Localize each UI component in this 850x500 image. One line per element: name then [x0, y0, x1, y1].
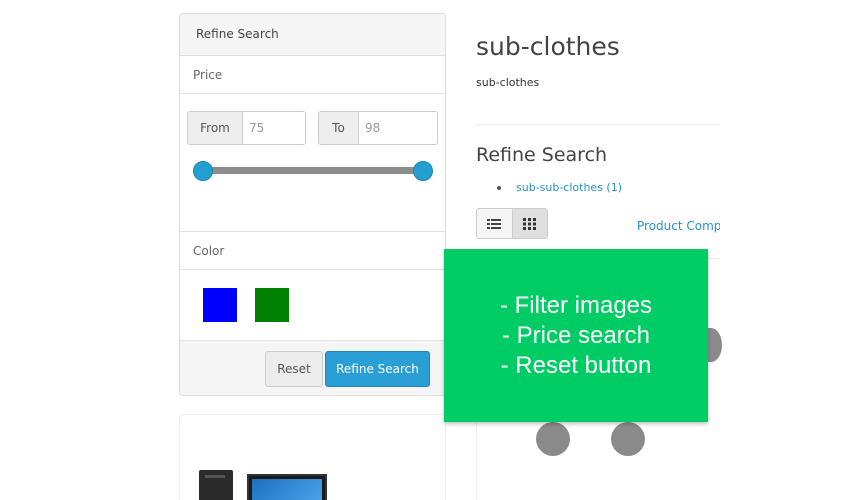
price-slider-min-handle[interactable]: [193, 161, 213, 181]
overlay-line: - Reset button: [500, 351, 652, 379]
product-wheel-left: [536, 422, 570, 456]
grid-view-icon: [523, 217, 537, 230]
reset-button[interactable]: Reset: [265, 351, 323, 387]
price-label: Price: [180, 56, 445, 94]
list-view-button[interactable]: [477, 209, 512, 238]
price-to-input[interactable]: [359, 112, 437, 144]
color-filter: [180, 270, 445, 341]
overlay-line: - Price search: [501, 321, 651, 349]
subcategory-list: sub-sub-clothes (1): [497, 181, 622, 194]
panel-title: Refine Search: [180, 14, 445, 56]
price-filter: From To: [180, 94, 445, 232]
price-slider-max-handle[interactable]: [413, 161, 433, 181]
price-from-input[interactable]: [243, 112, 305, 144]
price-from-group: From: [187, 111, 306, 145]
divider: [476, 124, 720, 125]
list-view-icon: [487, 218, 502, 229]
grid-view-button[interactable]: [511, 209, 547, 238]
monitor-image: [247, 474, 327, 500]
product-wheel-right: [611, 422, 645, 456]
panel-footer: Reset Refine Search: [180, 341, 445, 395]
refine-search-heading: Refine Search: [476, 144, 608, 166]
color-swatch-green[interactable]: [255, 288, 289, 322]
page-title: sub-clothes: [476, 32, 620, 61]
category-description: sub-clothes: [476, 76, 540, 89]
product-compare-link[interactable]: Product Compa: [637, 219, 720, 233]
refine-search-button[interactable]: Refine Search: [325, 351, 430, 387]
price-slider-track[interactable]: [203, 167, 423, 174]
price-to-group: To: [318, 111, 438, 145]
view-toggle: [476, 208, 548, 239]
price-to-label: To: [319, 112, 359, 144]
price-from-label: From: [188, 112, 243, 144]
overlay-line: - Filter images: [499, 291, 653, 319]
feature-overlay: - Filter images - Price search - Reset b…: [444, 249, 708, 422]
list-bullet: [497, 186, 501, 190]
color-swatch-blue[interactable]: [203, 288, 237, 322]
desktop-tower-image: [199, 470, 233, 500]
refine-search-panel: Refine Search Price From To Color Reset …: [179, 13, 446, 396]
subcategory-link[interactable]: sub-sub-clothes (1): [516, 181, 622, 194]
color-label: Color: [180, 232, 445, 270]
